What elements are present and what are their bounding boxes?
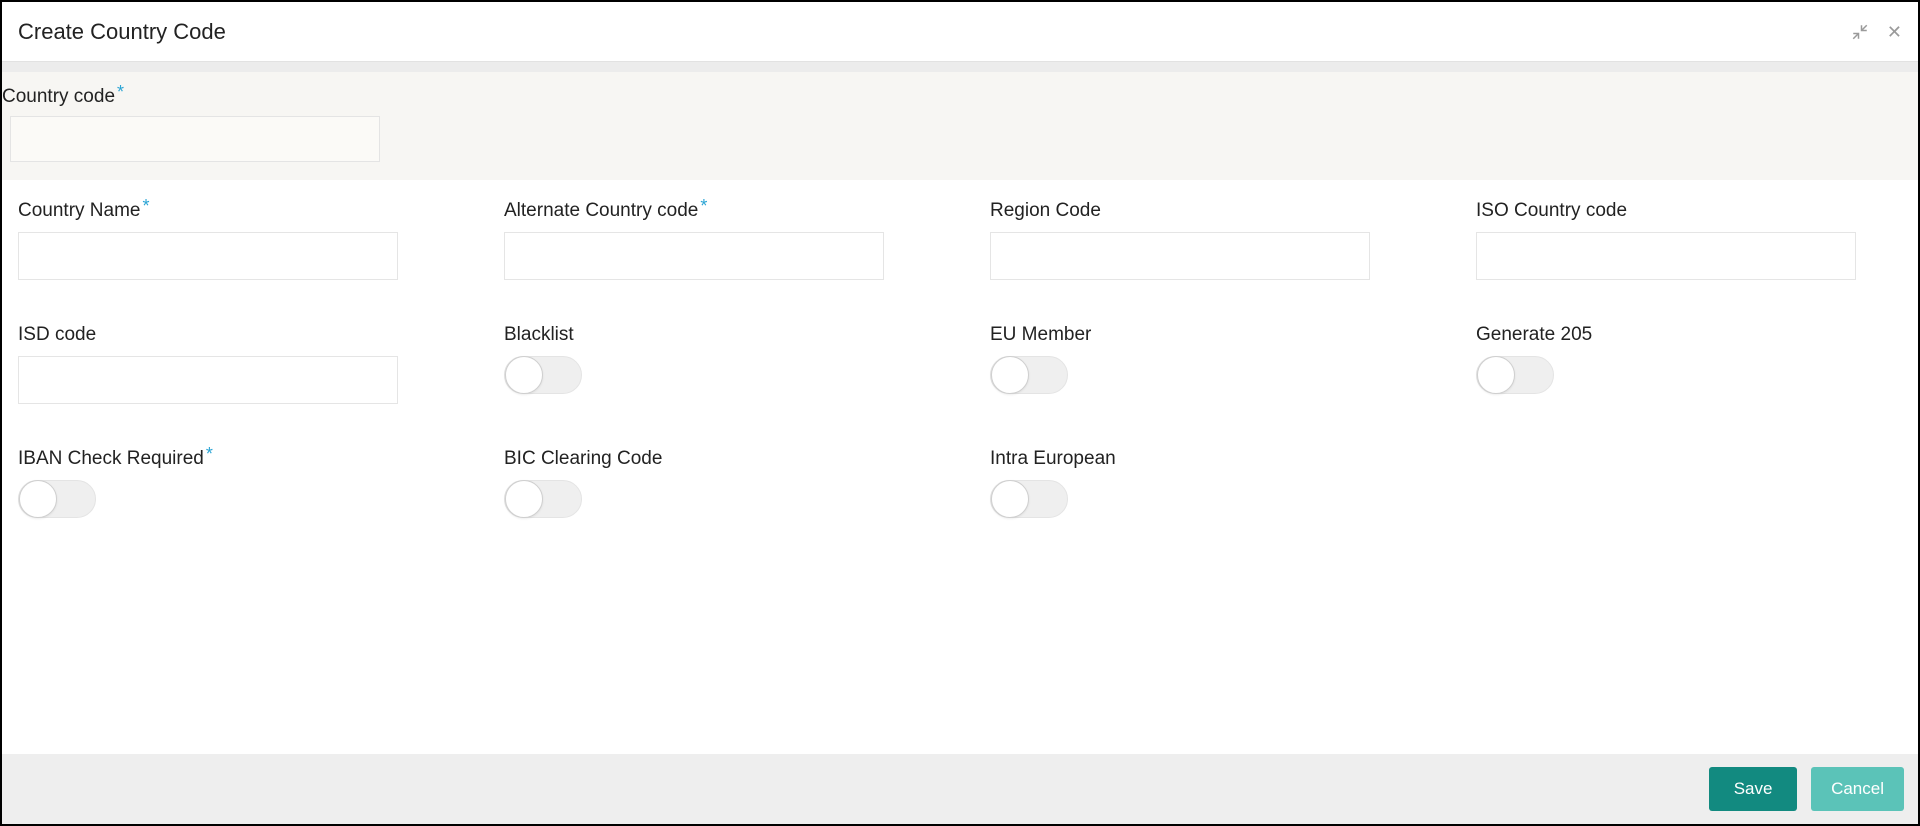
collapse-icon[interactable] [1851,23,1869,41]
field-iban-check-required: IBAN Check Required* [18,448,444,518]
eu-member-label: EU Member [990,324,1416,346]
alternate-country-code-label: Alternate Country code* [504,200,930,222]
generate-205-label: Generate 205 [1476,324,1902,346]
country-name-label: Country Name* [18,200,444,222]
form-row: IBAN Check Required* BIC Clearing Code I… [18,448,1902,518]
save-button[interactable]: Save [1709,767,1797,811]
form-area: Country Name* Alternate Country code* Re… [2,180,1918,754]
country-code-label: Country code* [2,86,1918,108]
eu-member-toggle[interactable] [990,356,1068,394]
blacklist-toggle[interactable] [504,356,582,394]
field-generate-205: Generate 205 [1476,324,1902,404]
country-name-input[interactable] [18,232,398,280]
bic-clearing-code-label: BIC Clearing Code [504,448,930,470]
header-field-block: Country code* [2,72,1918,180]
title-controls: ✕ [1851,23,1902,41]
top-band [2,62,1918,72]
field-iso-country-code: ISO Country code [1476,200,1902,280]
field-intra-european: Intra European [990,448,1416,518]
intra-european-toggle[interactable] [990,480,1068,518]
field-empty [1476,448,1902,518]
field-bic-clearing-code: BIC Clearing Code [504,448,930,518]
intra-european-label: Intra European [990,448,1416,470]
dialog-title: Create Country Code [18,19,226,45]
cancel-button[interactable]: Cancel [1811,767,1904,811]
isd-code-label: ISD code [18,324,444,346]
blacklist-label: Blacklist [504,324,930,346]
bic-clearing-code-toggle[interactable] [504,480,582,518]
form-row: ISD code Blacklist EU Member Generate 20… [18,324,1902,404]
country-code-input[interactable] [10,116,380,162]
generate-205-toggle[interactable] [1476,356,1554,394]
region-code-label: Region Code [990,200,1416,222]
alternate-country-code-input[interactable] [504,232,884,280]
isd-code-input[interactable] [18,356,398,404]
field-region-code: Region Code [990,200,1416,280]
titlebar: Create Country Code ✕ [2,2,1918,62]
iso-country-code-input[interactable] [1476,232,1856,280]
dialog-create-country-code: Create Country Code ✕ Country code* [0,0,1920,826]
iban-check-required-label: IBAN Check Required* [18,448,444,470]
field-eu-member: EU Member [990,324,1416,404]
region-code-input[interactable] [990,232,1370,280]
field-blacklist: Blacklist [504,324,930,404]
field-isd-code: ISD code [18,324,444,404]
footer: Save Cancel [2,754,1918,824]
close-icon[interactable]: ✕ [1887,23,1902,41]
form-row: Country Name* Alternate Country code* Re… [18,200,1902,280]
iban-check-required-toggle[interactable] [18,480,96,518]
iso-country-code-label: ISO Country code [1476,200,1902,222]
field-country-name: Country Name* [18,200,444,280]
field-alternate-country-code: Alternate Country code* [504,200,930,280]
